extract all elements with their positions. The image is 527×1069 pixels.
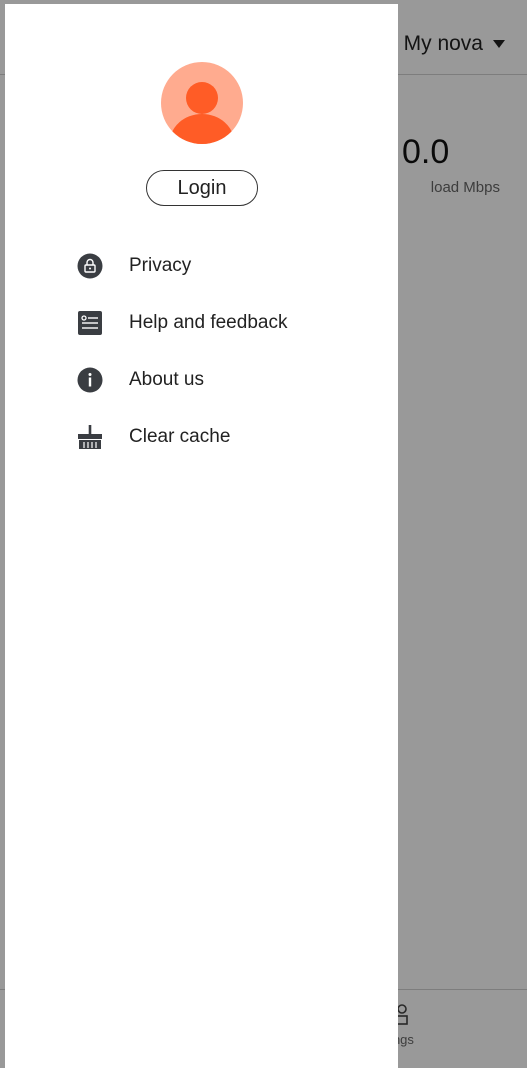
lock-icon xyxy=(77,253,103,279)
navigation-drawer: Login Privacy Help and feedback About us… xyxy=(5,4,398,1068)
menu-item-about-us[interactable]: About us xyxy=(5,356,398,404)
broom-icon xyxy=(77,424,103,450)
user-icon xyxy=(170,82,234,144)
feedback-icon xyxy=(77,310,103,336)
menu-item-label: About us xyxy=(129,369,204,390)
info-icon xyxy=(77,367,103,393)
menu-item-help-feedback[interactable]: Help and feedback xyxy=(5,299,398,347)
menu-item-label: Help and feedback xyxy=(129,312,288,333)
menu-item-label: Clear cache xyxy=(129,426,231,447)
menu-item-label: Privacy xyxy=(129,255,192,276)
login-button[interactable]: Login xyxy=(146,170,258,206)
menu-item-privacy[interactable]: Privacy xyxy=(5,242,398,290)
menu-item-clear-cache[interactable]: Clear cache xyxy=(5,413,398,461)
avatar[interactable] xyxy=(161,62,243,144)
